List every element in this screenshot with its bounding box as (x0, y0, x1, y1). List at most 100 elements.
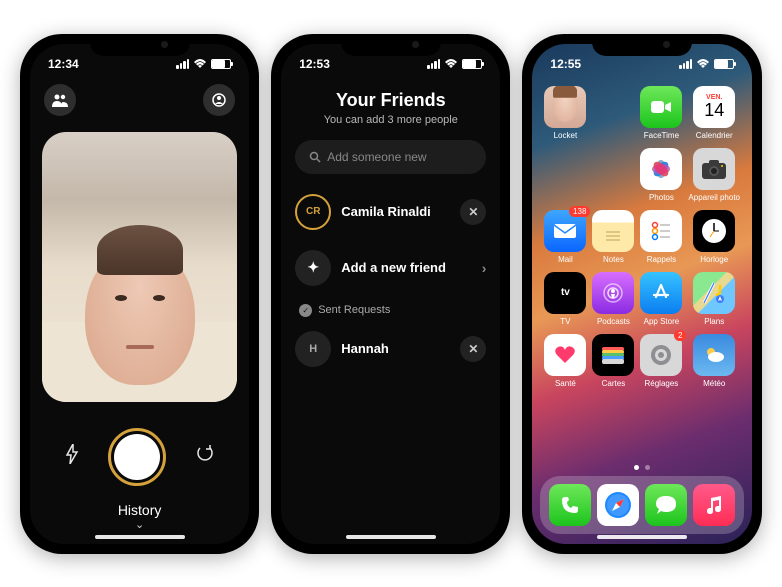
app-photos[interactable]: Photos (640, 148, 682, 202)
weather-icon (693, 334, 735, 376)
flash-button[interactable] (65, 444, 79, 469)
phone-friends: 12:53 Your Friends You can add 3 more pe… (271, 34, 510, 554)
page-title: Your Friends (281, 90, 500, 111)
app-label: Plans (704, 317, 724, 326)
chevron-down-icon[interactable]: ⌄ (30, 518, 249, 531)
safari-icon (602, 489, 634, 521)
calendar-date: 14 (704, 101, 724, 119)
music-icon (705, 495, 723, 515)
wifi-icon (444, 59, 458, 69)
friend-row-camila[interactable]: CR Camila Rinaldi ✕ (281, 184, 500, 240)
time: 12:53 (299, 57, 330, 71)
flip-camera-button[interactable] (195, 444, 215, 469)
cancel-button[interactable]: ✕ (460, 336, 486, 362)
app-reminders[interactable]: Rappels (640, 210, 682, 264)
page-subtitle: You can add 3 more people (281, 114, 500, 126)
friends-button[interactable] (44, 84, 76, 116)
home-indicator[interactable] (597, 535, 687, 539)
close-icon: ✕ (468, 342, 478, 356)
user-icon (212, 93, 226, 107)
dock-safari[interactable] (597, 484, 639, 526)
home-indicator[interactable] (346, 535, 436, 539)
dock (540, 476, 744, 534)
status-icons (679, 59, 734, 69)
profile-button[interactable] (203, 84, 235, 116)
app-locket[interactable]: Locket (544, 86, 586, 140)
notch (90, 34, 190, 56)
photos-icon (640, 148, 682, 190)
app-mail[interactable]: 138 Mail (544, 210, 586, 264)
home-indicator[interactable] (95, 535, 185, 539)
mail-icon: 138 (544, 210, 586, 252)
app-label: Météo (703, 379, 725, 388)
dock-phone[interactable] (549, 484, 591, 526)
maps-icon (693, 272, 735, 314)
friend-name: Camila Rinaldi (341, 204, 431, 219)
search-placeholder: Add someone new (327, 150, 426, 164)
camera-controls (30, 410, 249, 492)
phone-camera: 12:34 (20, 34, 259, 554)
app-calendar[interactable]: VEN. 14 Calendrier (688, 86, 740, 140)
app-camera[interactable]: Appareil photo (688, 148, 740, 202)
dock-music[interactable] (693, 484, 735, 526)
phone-homescreen: 12:55 Locket . FaceTime VEN. (522, 34, 762, 554)
notch (592, 34, 692, 56)
app-appsstore[interactable]: App Store (640, 272, 682, 326)
notes-icon (592, 210, 634, 252)
health-icon (544, 334, 586, 376)
settings-icon: 2 (640, 334, 682, 376)
badge: 138 (569, 206, 590, 217)
app-label: TV (560, 317, 570, 326)
people-icon (52, 93, 68, 107)
screen: 12:34 (30, 44, 249, 544)
app-label: Rappels (647, 255, 676, 264)
dot (645, 465, 650, 470)
reminders-icon (640, 210, 682, 252)
app-maps[interactable]: Plans (688, 272, 740, 326)
battery-icon (714, 59, 734, 69)
sparkle-icon: ✦ (295, 250, 331, 286)
battery-icon (211, 59, 231, 69)
app-tv[interactable]: tv TV (544, 272, 586, 326)
sent-requests-header: ✓ Sent Requests (281, 296, 500, 321)
app-settings[interactable]: 2 Réglages (640, 334, 682, 388)
shutter-button[interactable] (108, 428, 166, 486)
facetime-icon (640, 86, 682, 128)
avatar: H (295, 331, 331, 367)
signal-icon (176, 59, 189, 69)
search-icon (309, 151, 321, 163)
app-health[interactable]: Santé (544, 334, 586, 388)
rotate-icon (195, 444, 215, 464)
app-clock[interactable]: Horloge (688, 210, 740, 264)
top-bar (30, 76, 249, 124)
app-wallet[interactable]: Cartes (592, 334, 634, 388)
history-label[interactable]: History (30, 502, 249, 518)
search-input[interactable]: Add someone new (295, 140, 486, 174)
app-podcasts[interactable]: Podcasts (592, 272, 634, 326)
time: 12:55 (550, 57, 581, 71)
app-label: Horloge (700, 255, 728, 264)
app-notes[interactable]: Notes (592, 210, 634, 264)
remove-button[interactable]: ✕ (460, 199, 486, 225)
app-weather[interactable]: Météo (688, 334, 740, 388)
dock-messages[interactable] (645, 484, 687, 526)
signal-icon (679, 59, 692, 69)
status-icons (176, 59, 231, 69)
pending-row-hannah[interactable]: H Hannah ✕ (281, 321, 500, 377)
close-icon: ✕ (468, 205, 478, 219)
app-label: Cartes (602, 379, 626, 388)
check-icon: ✓ (299, 304, 312, 317)
shutter-inner (114, 434, 160, 480)
person-face (85, 245, 195, 385)
page-dots[interactable] (634, 465, 650, 470)
camera-icon (693, 148, 735, 190)
app-label: Mail (558, 255, 573, 264)
wallet-icon (592, 334, 634, 376)
app-label: Locket (554, 131, 578, 140)
dot-active (634, 465, 639, 470)
add-friend-row[interactable]: ✦ Add a new friend › (281, 240, 500, 296)
phone-icon (560, 495, 580, 515)
screen: 12:55 Locket . FaceTime VEN. (532, 44, 752, 544)
app-facetime[interactable]: FaceTime (640, 86, 682, 140)
locket-widget-photo (544, 86, 586, 128)
